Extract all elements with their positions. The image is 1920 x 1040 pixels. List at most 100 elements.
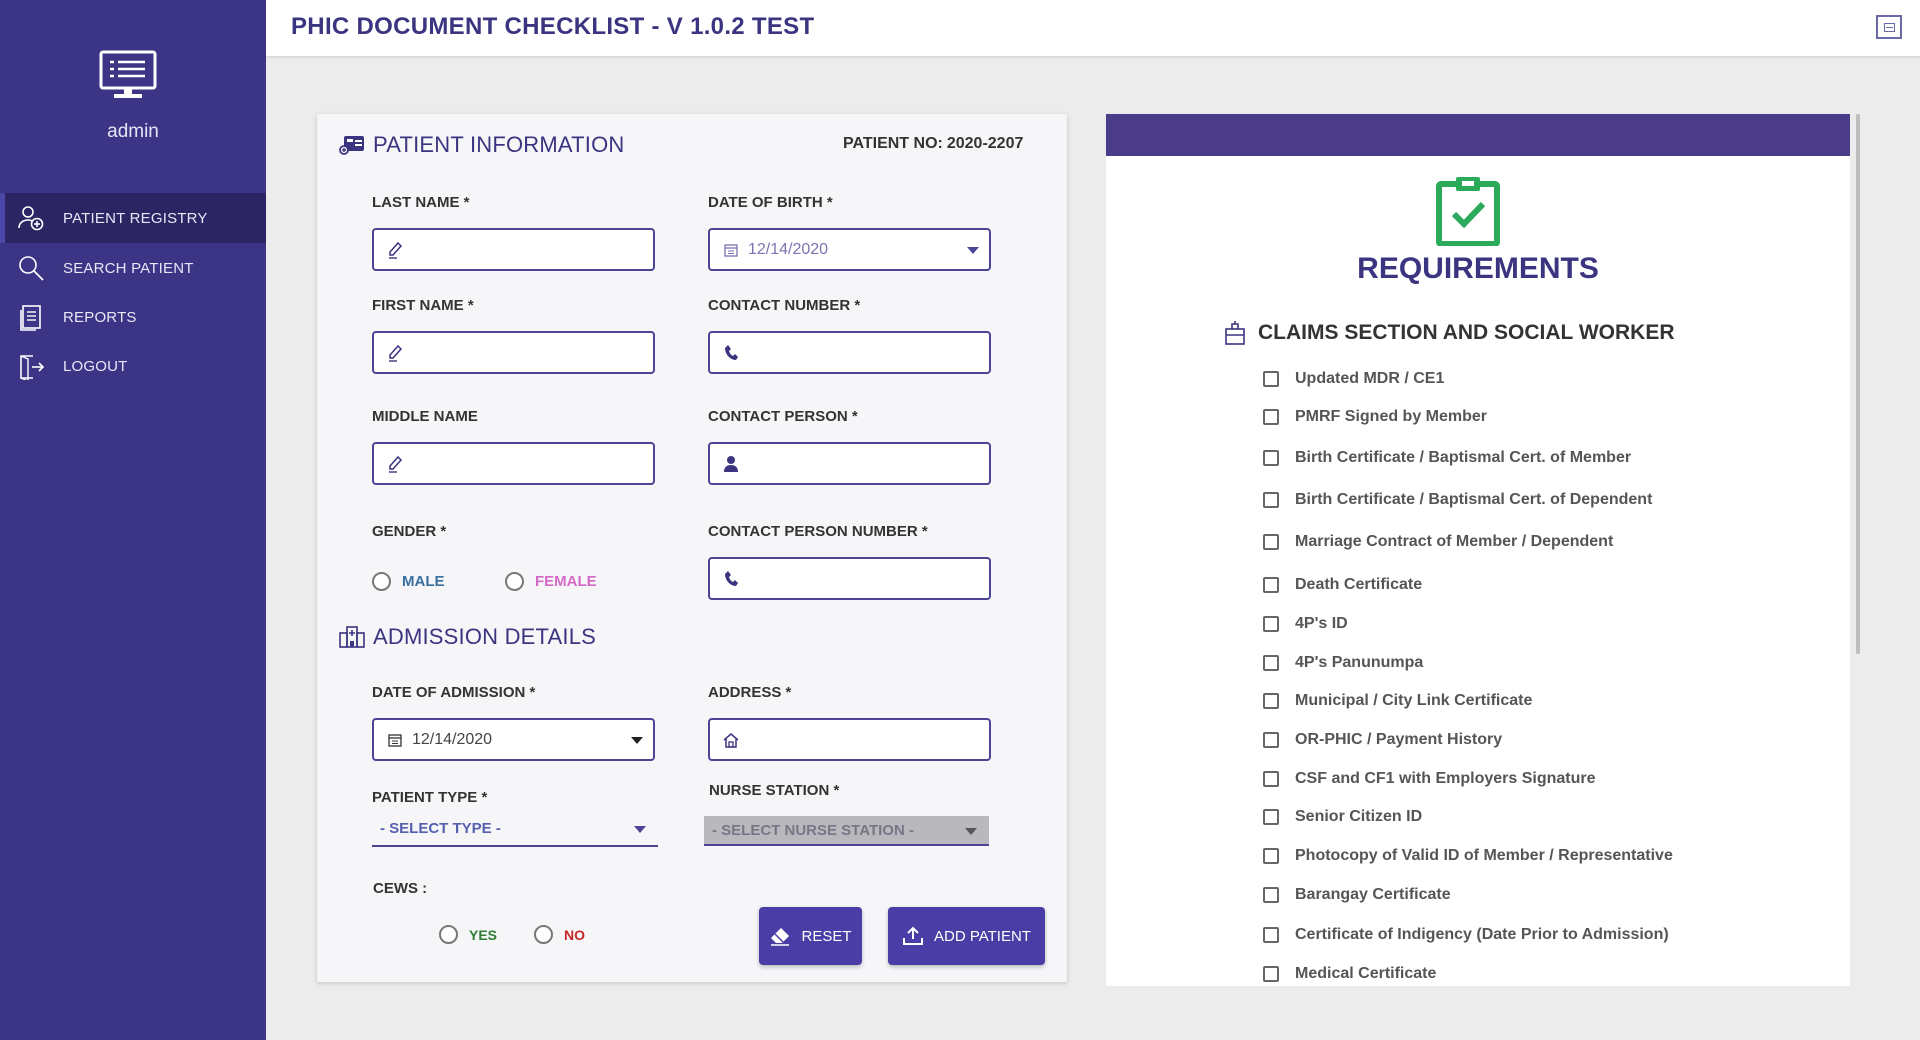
address-input[interactable] bbox=[748, 730, 978, 749]
checkbox[interactable] bbox=[1263, 771, 1279, 787]
last-name-label: LAST NAME * bbox=[372, 194, 470, 211]
requirement-item[interactable]: Barangay Certificate bbox=[1263, 886, 1451, 904]
checkbox[interactable] bbox=[1263, 732, 1279, 748]
checkbox[interactable] bbox=[1263, 450, 1279, 466]
requirements-scrollbar[interactable] bbox=[1856, 114, 1860, 654]
pen-icon bbox=[386, 344, 404, 362]
patient-info-title: PATIENT INFORMATION bbox=[373, 132, 625, 157]
checkbox[interactable] bbox=[1263, 616, 1279, 632]
address-label: ADDRESS * bbox=[708, 684, 792, 701]
hospital-icon bbox=[339, 626, 365, 648]
requirement-label: PMRF Signed by Member bbox=[1295, 408, 1488, 425]
requirement-label: Municipal / City Link Certificate bbox=[1295, 692, 1533, 709]
first-name-input[interactable] bbox=[412, 343, 642, 362]
gender-female-radio[interactable]: FEMALE bbox=[505, 572, 597, 591]
checkbox[interactable] bbox=[1263, 492, 1279, 508]
add-patient-label: ADD PATIENT bbox=[934, 927, 1031, 945]
requirement-item[interactable]: 4P's Panunumpa bbox=[1263, 654, 1423, 672]
user-add-icon bbox=[16, 203, 46, 233]
cews-yes-radio[interactable]: YES bbox=[439, 925, 497, 944]
requirement-item[interactable]: Death Certificate bbox=[1263, 576, 1422, 594]
logout-icon bbox=[16, 351, 46, 381]
patient-type-select[interactable]: - SELECT TYPE - bbox=[372, 811, 658, 847]
reset-button[interactable]: RESET bbox=[759, 907, 862, 965]
patient-number-value: 2020-2207 bbox=[946, 135, 1024, 152]
first-name-field[interactable] bbox=[372, 331, 655, 374]
checkbox[interactable] bbox=[1263, 848, 1279, 864]
requirement-item[interactable]: 4P's ID bbox=[1263, 615, 1348, 633]
middle-name-field[interactable] bbox=[372, 442, 655, 485]
address-field[interactable] bbox=[708, 718, 991, 761]
home-icon bbox=[722, 731, 740, 749]
requirement-label: Death Certificate bbox=[1295, 576, 1423, 593]
middle-name-input[interactable] bbox=[412, 454, 642, 473]
contact-number-input[interactable] bbox=[748, 343, 978, 362]
claims-section-heading: CLAIMS SECTION AND SOCIAL WORKER bbox=[1224, 320, 1675, 346]
checkbox[interactable] bbox=[1263, 577, 1279, 593]
checkbox[interactable] bbox=[1263, 693, 1279, 709]
checkbox[interactable] bbox=[1263, 966, 1279, 982]
add-patient-button[interactable]: ADD PATIENT bbox=[888, 907, 1045, 965]
requirement-item[interactable]: CSF and CF1 with Employers Signature bbox=[1263, 770, 1596, 788]
checkbox[interactable] bbox=[1263, 927, 1279, 943]
minimize-icon bbox=[1883, 22, 1895, 32]
requirement-label: Photocopy of Valid ID of Member / Repres… bbox=[1295, 847, 1673, 864]
last-name-input[interactable] bbox=[412, 240, 642, 259]
sidebar-item-reports[interactable]: REPORTS bbox=[0, 292, 266, 342]
chevron-down-icon bbox=[965, 828, 977, 835]
requirement-item[interactable]: Medical Certificate bbox=[1263, 965, 1436, 983]
requirement-item[interactable]: OR-PHIC / Payment History bbox=[1263, 731, 1502, 749]
contact-number-field[interactable] bbox=[708, 331, 991, 374]
sidebar-item-search-patient[interactable]: SEARCH PATIENT bbox=[0, 243, 266, 293]
requirement-item[interactable]: Municipal / City Link Certificate bbox=[1263, 692, 1532, 710]
patient-type-value: - SELECT TYPE - bbox=[380, 819, 501, 837]
briefcase-icon bbox=[1225, 321, 1245, 345]
cews-no-label: NO bbox=[564, 926, 585, 943]
requirement-label: Birth Certificate / Baptismal Cert. of M… bbox=[1295, 449, 1632, 466]
requirement-item[interactable]: Photocopy of Valid ID of Member / Repres… bbox=[1263, 847, 1673, 865]
cews-no-radio[interactable]: NO bbox=[534, 925, 585, 944]
gender-male-radio[interactable]: MALE bbox=[372, 572, 445, 591]
requirement-item[interactable]: PMRF Signed by Member bbox=[1263, 408, 1487, 426]
admission-date-picker[interactable]: 12/14/2020 bbox=[372, 718, 655, 761]
requirement-item[interactable]: Updated MDR / CE1 bbox=[1263, 370, 1444, 388]
search-icon bbox=[16, 253, 46, 283]
dob-picker[interactable]: 12/14/2020 bbox=[708, 228, 991, 271]
dob-label: DATE OF BIRTH * bbox=[708, 194, 833, 211]
pen-icon bbox=[386, 455, 404, 473]
sidebar-item-patient-registry[interactable]: PATIENT REGISTRY bbox=[0, 193, 266, 243]
requirement-label: Birth Certificate / Baptismal Cert. of D… bbox=[1295, 491, 1653, 508]
id-card-icon bbox=[339, 136, 364, 155]
requirement-item[interactable]: Marriage Contract of Member / Dependent bbox=[1263, 533, 1613, 551]
requirements-header-bar bbox=[1106, 114, 1850, 156]
requirement-item[interactable]: Certificate of Indigency (Date Prior to … bbox=[1263, 926, 1669, 944]
contact-person-field[interactable] bbox=[708, 442, 991, 485]
minimize-button[interactable] bbox=[1876, 15, 1902, 39]
last-name-field[interactable] bbox=[372, 228, 655, 271]
requirement-item[interactable]: Senior Citizen ID bbox=[1263, 808, 1422, 826]
sidebar: admin PATIENT REGISTRY SEARCH PATIENT RE… bbox=[0, 0, 266, 1040]
eraser-icon bbox=[769, 925, 791, 947]
checkbox[interactable] bbox=[1263, 409, 1279, 425]
checkbox[interactable] bbox=[1263, 371, 1279, 387]
requirement-label: Senior Citizen ID bbox=[1295, 808, 1423, 825]
sidebar-item-label: SEARCH PATIENT bbox=[63, 259, 194, 277]
contact-person-number-input[interactable] bbox=[748, 569, 978, 588]
contact-person-number-label: CONTACT PERSON NUMBER * bbox=[708, 523, 928, 540]
checkbox[interactable] bbox=[1263, 655, 1279, 671]
sidebar-item-label: LOGOUT bbox=[63, 357, 128, 375]
sidebar-item-logout[interactable]: LOGOUT bbox=[0, 341, 266, 391]
contact-person-input[interactable] bbox=[748, 454, 978, 473]
person-icon bbox=[722, 455, 740, 473]
checkbox[interactable] bbox=[1263, 534, 1279, 550]
cews-yes-label: YES bbox=[469, 926, 498, 943]
contact-person-number-field[interactable] bbox=[708, 557, 991, 600]
checkbox[interactable] bbox=[1263, 887, 1279, 903]
requirement-item[interactable]: Birth Certificate / Baptismal Cert. of D… bbox=[1263, 491, 1652, 509]
requirement-label: OR-PHIC / Payment History bbox=[1295, 731, 1503, 748]
checkbox[interactable] bbox=[1263, 809, 1279, 825]
gender-female-label: FEMALE bbox=[535, 573, 597, 590]
requirement-label: 4P's ID bbox=[1295, 615, 1348, 632]
requirement-item[interactable]: Birth Certificate / Baptismal Cert. of M… bbox=[1263, 449, 1631, 467]
nurse-station-select[interactable]: - SELECT NURSE STATION - bbox=[704, 816, 989, 846]
